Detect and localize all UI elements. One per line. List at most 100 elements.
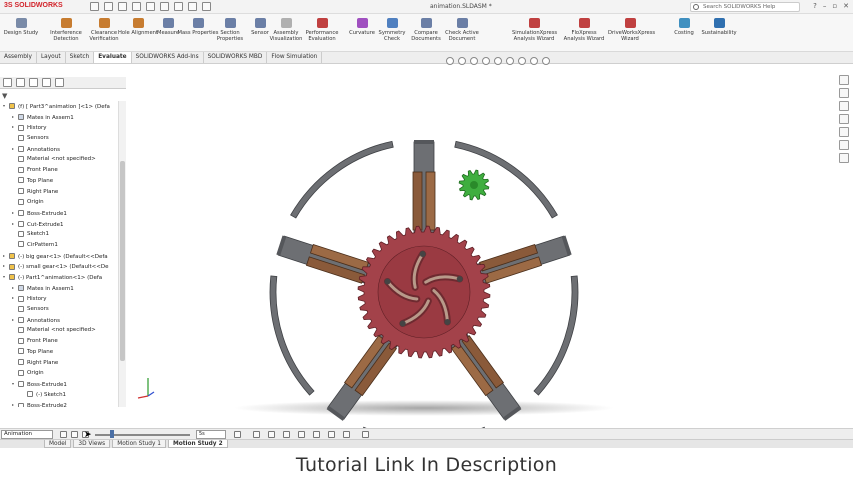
gravity-icon[interactable] <box>343 431 350 438</box>
design-study-button[interactable]: Design Study <box>3 18 39 36</box>
tree-item[interactable]: Origin <box>0 197 118 208</box>
tree-item[interactable]: ▸ Mates in Assem1 <box>0 112 118 123</box>
search-input[interactable]: Search SOLIDWORKS Help <box>690 2 800 12</box>
tree-item[interactable]: ▸ Annotations <box>0 144 118 155</box>
tree-item[interactable]: ▸ Annotations <box>0 315 118 326</box>
feature-tree-tab-icon[interactable] <box>3 78 12 87</box>
resources-icon[interactable] <box>839 75 849 85</box>
autokey-icon[interactable] <box>268 431 275 438</box>
graphics-area[interactable] <box>126 57 838 447</box>
add-key-icon[interactable] <box>283 431 290 438</box>
small-gear[interactable] <box>458 169 490 201</box>
display-manager-tab-icon[interactable] <box>55 78 64 87</box>
tab-layout[interactable]: Layout <box>37 52 66 63</box>
tab-solidworks-mbd[interactable]: SOLIDWORKS MBD <box>204 52 268 63</box>
tree-item[interactable]: Front Plane <box>0 336 118 347</box>
appearance-icon[interactable] <box>530 57 538 65</box>
tree-item[interactable]: (-) Sketch1 <box>0 390 118 401</box>
previous-view-icon[interactable] <box>470 57 478 65</box>
calculate-icon[interactable] <box>60 431 67 438</box>
save-icon[interactable] <box>118 2 127 11</box>
playback-slider-knob[interactable] <box>110 430 114 438</box>
tree-item[interactable]: Sensors <box>0 304 118 315</box>
rebuild-icon[interactable] <box>174 2 183 11</box>
tab-model[interactable]: Model <box>44 440 72 448</box>
design-library-icon[interactable] <box>839 88 849 98</box>
solidworks-logo[interactable]: 3S SOLIDWORKS <box>4 2 63 9</box>
tree-item[interactable]: Right Plane <box>0 187 118 198</box>
select-icon[interactable] <box>160 2 169 11</box>
tree-item[interactable]: Front Plane <box>0 165 118 176</box>
tree-item[interactable]: ▾ (-) Part1^animation<1> (Defa <box>0 272 118 283</box>
tree-item[interactable]: Origin <box>0 368 118 379</box>
options-gear-icon[interactable] <box>202 2 211 11</box>
file-explorer-icon[interactable] <box>839 101 849 111</box>
tree-item[interactable]: Right Plane <box>0 358 118 369</box>
restore-icon[interactable]: ▫ <box>832 2 837 10</box>
help-icon[interactable]: ? <box>813 2 817 10</box>
tree-item[interactable]: ▸ (-) small gear<1> (Default<<De <box>0 261 118 272</box>
view-palette-icon[interactable] <box>839 114 849 124</box>
tree-item[interactable]: Material <not specified> <box>0 325 118 336</box>
play-from-start-icon[interactable] <box>71 431 78 438</box>
assembly-model[interactable] <box>126 64 838 447</box>
forum-icon[interactable] <box>839 153 849 163</box>
performance-button[interactable]: Performance Evaluation <box>300 18 344 42</box>
tab-3d-views[interactable]: 3D Views <box>73 440 111 448</box>
driveworks-button[interactable]: DriveWorksXpress Wizard <box>608 18 655 42</box>
dimxpert-tab-icon[interactable] <box>42 78 51 87</box>
save-animation-icon[interactable] <box>234 431 241 438</box>
tree-item[interactable]: Sketch1 <box>0 229 118 240</box>
hide-show-icon[interactable] <box>518 57 526 65</box>
print-icon[interactable] <box>132 2 141 11</box>
filter-icon[interactable]: ▼ <box>2 92 7 100</box>
display-style-icon[interactable] <box>506 57 514 65</box>
tree-item[interactable]: ▸ Boss-Extrude1 <box>0 208 118 219</box>
minimize-icon[interactable]: – <box>823 2 827 10</box>
study-type-select[interactable]: Animation <box>1 430 53 439</box>
tab-solidworks-add-ins[interactable]: SOLIDWORKS Add-Ins <box>132 52 204 63</box>
tree-item[interactable]: ▸ Boss-Extrude2 <box>0 400 118 407</box>
tree-item[interactable]: CirPattern1 <box>0 240 118 251</box>
tree-item[interactable]: ▸ Mates in Assem1 <box>0 283 118 294</box>
sustainability-button[interactable]: Sustainability <box>697 18 741 36</box>
close-icon[interactable]: ✕ <box>843 2 849 10</box>
motor-icon[interactable] <box>298 431 305 438</box>
appearances-icon[interactable] <box>839 127 849 137</box>
file-properties-icon[interactable] <box>188 2 197 11</box>
check-button[interactable]: Check Active Document <box>440 18 484 42</box>
tree-item[interactable]: ▸ Cut-Extrude1 <box>0 219 118 230</box>
ring-segment[interactable] <box>269 275 315 396</box>
scene-icon[interactable] <box>542 57 550 65</box>
tree-item[interactable]: Material <not specified> <box>0 154 118 165</box>
tree-item[interactable]: ▸ History <box>0 122 118 133</box>
tree-item[interactable]: ▸ (-) big gear<1> (Default<<Defa <box>0 251 118 262</box>
tree-item[interactable]: Top Plane <box>0 347 118 358</box>
configuration-tab-icon[interactable] <box>29 78 38 87</box>
open-icon[interactable] <box>104 2 113 11</box>
contact-icon[interactable] <box>328 431 335 438</box>
results-icon[interactable] <box>362 431 369 438</box>
tree-item[interactable]: Sensors <box>0 133 118 144</box>
section-view-icon[interactable] <box>482 57 490 65</box>
property-manager-tab-icon[interactable] <box>16 78 25 87</box>
zoom-area-icon[interactable] <box>458 57 466 65</box>
tree-item[interactable]: ▾ (f) [ Part3^animation ]<1> (Defa <box>0 101 118 112</box>
undo-icon[interactable] <box>146 2 155 11</box>
tree-item[interactable]: ▾ Boss-Extrude1 <box>0 379 118 390</box>
tab-motion-study-1[interactable]: Motion Study 1 <box>112 440 166 448</box>
tree-scrollbar-thumb[interactable] <box>120 161 125 361</box>
tab-flow-simulation[interactable]: Flow Simulation <box>267 52 323 63</box>
animation-wizard-icon[interactable] <box>253 431 260 438</box>
playback-time-field[interactable]: 5s <box>196 430 226 439</box>
tab-motion-study-2[interactable]: Motion Study 2 <box>167 440 228 448</box>
zoom-to-fit-icon[interactable] <box>446 57 454 65</box>
tree-item[interactable]: ▸ History <box>0 293 118 304</box>
tree-item[interactable]: Top Plane <box>0 176 118 187</box>
tree-scrollbar[interactable] <box>118 101 126 407</box>
custom-properties-icon[interactable] <box>839 140 849 150</box>
ring-segment[interactable] <box>290 140 394 219</box>
tab-evaluate[interactable]: Evaluate <box>94 52 132 63</box>
simxpress-button[interactable]: SimulationXpress Analysis Wizard <box>512 18 557 42</box>
tab-sketch[interactable]: Sketch <box>66 52 95 63</box>
